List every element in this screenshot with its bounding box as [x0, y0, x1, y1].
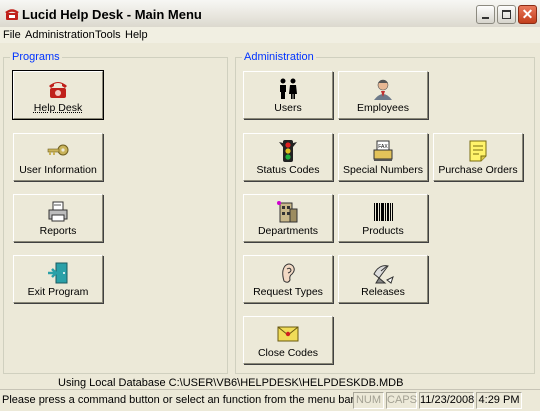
- user-information-button[interactable]: User Information: [13, 133, 103, 181]
- reports-button[interactable]: Reports: [13, 194, 103, 242]
- releases-label: Releases: [361, 286, 405, 298]
- database-path: Using Local Database C:\USER\VB6\HELPDES…: [58, 377, 404, 389]
- users-label: Users: [274, 102, 302, 114]
- employees-label: Employees: [357, 102, 409, 114]
- exit-program-button[interactable]: Exit Program: [13, 255, 103, 303]
- people-icon: [280, 78, 297, 99]
- window-title: Lucid Help Desk - Main Menu: [22, 7, 202, 22]
- administration-frame: Administration Users Employees Status Co…: [235, 51, 535, 374]
- releases-button[interactable]: Releases: [338, 255, 428, 303]
- close-icon: ✕: [521, 6, 534, 22]
- telephone-icon: [49, 82, 67, 98]
- close-button[interactable]: ✕: [518, 5, 537, 24]
- status-codes-button[interactable]: Status Codes: [243, 133, 333, 181]
- building-icon: [277, 201, 298, 223]
- key-icon: [47, 144, 69, 156]
- status-date: 11/23/2008: [419, 392, 474, 409]
- employees-button[interactable]: Employees: [338, 71, 428, 119]
- title-bar[interactable]: Lucid Help Desk - Main Menu ✕: [0, 0, 540, 30]
- products-label: Products: [362, 225, 404, 237]
- help-desk-button[interactable]: Help Desk: [12, 70, 104, 120]
- main-window: Lucid Help Desk - Main Menu ✕ File Admin…: [0, 0, 540, 411]
- request-types-label: Request Types: [253, 286, 323, 298]
- telephone-icon: [5, 9, 19, 20]
- exit-door-icon: [48, 262, 68, 284]
- status-message: Please press a command button or select …: [2, 394, 355, 406]
- exit-program-label: Exit Program: [27, 286, 89, 298]
- close-codes-label: Close Codes: [257, 347, 319, 359]
- users-button[interactable]: Users: [243, 71, 333, 119]
- programs-frame: Programs Help Desk User Information Repo…: [3, 51, 228, 374]
- status-codes-label: Status Codes: [256, 164, 320, 176]
- status-bar: Please press a command button or select …: [0, 389, 540, 411]
- note-icon: [469, 140, 487, 162]
- envelope-icon: [277, 326, 299, 342]
- departments-label: Departments: [257, 225, 319, 237]
- help-desk-label: Help Desk: [33, 102, 83, 114]
- menu-bar: File Administration Tools Help: [0, 27, 540, 43]
- fax-icon: FAX: [373, 140, 393, 161]
- departments-button[interactable]: Departments: [243, 194, 333, 242]
- minimize-button[interactable]: [476, 5, 495, 24]
- traffic-light-icon: [279, 140, 297, 162]
- svg-text:FAX: FAX: [378, 144, 388, 150]
- menu-help[interactable]: Help: [125, 29, 148, 41]
- maximize-button[interactable]: [497, 5, 516, 24]
- administration-label: Administration: [242, 51, 316, 63]
- num-lock-indicator: NUM: [353, 392, 384, 409]
- special-numbers-label: Special Numbers: [343, 164, 423, 176]
- close-codes-button[interactable]: Close Codes: [243, 316, 333, 364]
- status-time: 4:29 PM: [476, 392, 522, 409]
- programs-label: Programs: [10, 51, 62, 63]
- employee-icon: [374, 79, 392, 100]
- purchase-orders-button[interactable]: Purchase Orders: [433, 133, 523, 181]
- menu-tools[interactable]: Tools: [95, 29, 121, 41]
- satellite-dish-icon: [373, 265, 394, 284]
- caps-lock-indicator: CAPS: [386, 392, 417, 409]
- products-button[interactable]: Products: [338, 194, 428, 242]
- menu-file[interactable]: File: [3, 29, 21, 41]
- menu-administration[interactable]: Administration: [25, 29, 95, 41]
- request-types-button[interactable]: Request Types: [243, 255, 333, 303]
- reports-label: Reports: [39, 225, 77, 237]
- user-information-label: User Information: [19, 164, 97, 176]
- ear-icon: [282, 263, 295, 283]
- special-numbers-button[interactable]: FAX Special Numbers: [338, 133, 428, 181]
- purchase-orders-label: Purchase Orders: [438, 164, 518, 176]
- printer-icon: [48, 201, 68, 222]
- barcode-icon: [374, 203, 393, 221]
